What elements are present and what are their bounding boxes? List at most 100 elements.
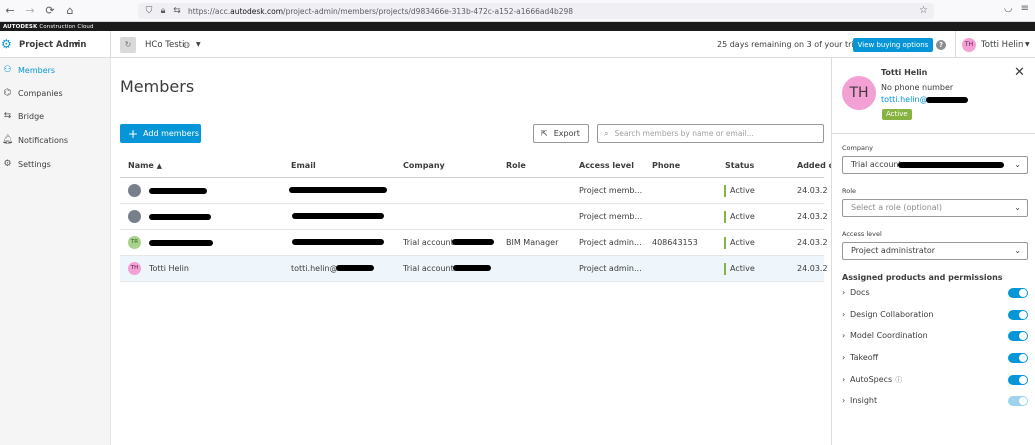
table-row[interactable]: TH Totti Helin totti.helin@ Trial accoun… — [120, 256, 828, 282]
add-members-label: Add members — [143, 129, 200, 138]
project-thumbnail[interactable]: ↻ — [120, 37, 136, 53]
redaction — [926, 97, 968, 103]
pocket-icon[interactable]: ◡ — [1004, 3, 1013, 14]
help-icon[interactable]: ? — [936, 40, 946, 50]
product-row-docs[interactable]: › Docs — [842, 287, 1028, 301]
status-badge: Active — [882, 109, 912, 120]
column-header-added-on[interactable]: Added o — [797, 161, 834, 170]
docs-toggle[interactable] — [1008, 288, 1028, 298]
search-input[interactable] — [614, 129, 805, 138]
project-selector[interactable]: HCo Testi — [145, 40, 184, 50]
export-icon: ⇱ — [541, 129, 548, 138]
back-icon[interactable]: ← — [0, 1, 20, 21]
member-status: Active — [730, 238, 755, 247]
member-status: Active — [730, 264, 755, 273]
sidebar-item-bridge[interactable]: ⇆ Bridge — [0, 106, 111, 126]
access-level-select[interactable]: Project administrator ⌄ — [842, 242, 1028, 260]
companies-icon: ⌬ — [3, 88, 12, 98]
access-level-value: Project administrator — [851, 246, 936, 255]
divider — [955, 31, 956, 58]
chevron-down-icon[interactable]: ▼ — [1025, 41, 1030, 48]
redaction — [898, 162, 1004, 168]
redaction — [452, 239, 494, 245]
view-buying-options-button[interactable]: View buying options — [853, 38, 933, 52]
table-row[interactable]: Project memb... Active 24.03.2 — [120, 204, 828, 230]
user-menu[interactable]: Totti Helin — [981, 40, 1023, 50]
shield-icon[interactable]: ⛉ — [142, 6, 156, 16]
table-row[interactable]: TR Trial account BIM Manager Project adm… — [120, 230, 828, 256]
permissions-icon[interactable]: ⇆ — [170, 6, 184, 16]
chevron-right-icon[interactable]: › — [842, 288, 845, 297]
sidebar-item-notifications[interactable]: 🔔︎ Notifications — [0, 130, 111, 150]
project-admin-icon[interactable]: ⚙ — [1, 38, 14, 51]
search-field[interactable]: ⌕ — [597, 124, 824, 143]
export-button[interactable]: ⇱ Export — [533, 124, 589, 143]
chevron-down-icon[interactable]: ▼ — [74, 41, 79, 48]
forward-icon[interactable]: → — [20, 1, 40, 21]
member-name: Totti Helin — [881, 68, 928, 77]
chevron-down-icon: ⌄ — [1014, 160, 1021, 169]
member-email-link[interactable]: totti.helin@ — [881, 95, 928, 104]
chevron-down-icon[interactable]: ▼ — [196, 41, 201, 48]
redaction — [292, 213, 384, 219]
sidebar-item-members[interactable]: ⚇ Members — [0, 60, 111, 80]
member-access-level: Project admin... — [579, 264, 642, 273]
bell-icon: 🔔︎ — [1, 135, 14, 145]
product-label: AutoSpecs ⓘ — [850, 375, 902, 385]
lock-icon[interactable]: 🔒︎ — [156, 6, 170, 16]
member-role: BIM Manager — [506, 238, 559, 247]
chevron-right-icon[interactable]: › — [842, 353, 845, 362]
bookmark-star-icon[interactable]: ☆ — [919, 5, 928, 16]
chevron-right-icon[interactable]: › — [842, 375, 845, 384]
member-avatar: TH — [842, 76, 876, 110]
add-members-button[interactable]: + Add members — [120, 124, 201, 143]
column-header-role[interactable]: Role — [506, 161, 526, 170]
model-coordination-toggle[interactable] — [1008, 331, 1028, 341]
column-header-phone[interactable]: Phone — [652, 161, 680, 170]
chevron-right-icon[interactable]: › — [842, 310, 845, 319]
gear-icon: ⚙ — [3, 159, 12, 169]
product-row-design-collaboration[interactable]: › Design Collaboration — [842, 309, 1028, 323]
column-header-company[interactable]: Company — [403, 161, 445, 170]
user-avatar[interactable]: TH — [962, 38, 976, 52]
people-icon: ⚇ — [3, 65, 12, 75]
table-row[interactable]: Project memb... Active 24.03.2 — [120, 178, 828, 204]
product-row-model-coordination[interactable]: › Model Coordination — [842, 330, 1028, 344]
address-bar[interactable]: ⛉ 🔒︎ ⇆ https://acc.autodesk.com/project-… — [138, 3, 934, 19]
product-row-insight[interactable]: › Insight — [842, 395, 1028, 409]
home-icon[interactable]: ⌂ — [60, 1, 80, 21]
sort-ascending-icon[interactable]: ▲ — [157, 162, 162, 170]
avatar — [128, 210, 141, 223]
sidebar-item-settings[interactable]: ⚙ Settings — [0, 154, 111, 174]
design-collaboration-toggle[interactable] — [1008, 310, 1028, 320]
takeoff-toggle[interactable] — [1008, 353, 1028, 363]
autospecs-toggle[interactable] — [1008, 375, 1028, 385]
member-phone: No phone number — [881, 83, 954, 92]
role-placeholder: Select a role (optional) — [851, 203, 943, 212]
access-level-label: Access level — [842, 230, 882, 238]
product-name: Construction Cloud — [39, 23, 94, 30]
company-label: Company — [842, 144, 873, 152]
plus-icon: + — [128, 126, 139, 141]
reload-icon[interactable]: ⟳ — [40, 1, 60, 21]
sidebar-item-companies[interactable]: ⌬ Companies — [0, 83, 111, 103]
info-icon[interactable]: ⓘ — [895, 376, 902, 384]
status-indicator — [724, 263, 726, 275]
insight-toggle[interactable] — [1008, 396, 1028, 406]
chevron-right-icon[interactable]: › — [842, 331, 845, 340]
column-header-status[interactable]: Status — [725, 161, 754, 170]
browser-toolbar: ← → ⟳ ⌂ ⛉ 🔒︎ ⇆ https://acc.autodesk.com/… — [0, 0, 1035, 22]
menu-icon[interactable]: ≡ — [1021, 3, 1029, 14]
product-row-autospecs[interactable]: › AutoSpecs ⓘ — [842, 374, 1028, 388]
product-label-text: AutoSpecs — [850, 375, 893, 384]
product-row-takeoff[interactable]: › Takeoff — [842, 352, 1028, 366]
column-header-name[interactable]: Name ▲ — [128, 161, 162, 170]
role-select[interactable]: Select a role (optional) ⌄ — [842, 199, 1028, 217]
member-added-on: 24.03.2 — [797, 212, 828, 221]
url-text[interactable]: https://acc.autodesk.com/project-admin/m… — [188, 7, 573, 16]
redaction — [289, 187, 387, 193]
column-header-access-level[interactable]: Access level — [579, 161, 634, 170]
close-icon[interactable]: ✕ — [1014, 66, 1025, 79]
chevron-right-icon[interactable]: › — [842, 396, 845, 405]
column-header-email[interactable]: Email — [291, 161, 316, 170]
